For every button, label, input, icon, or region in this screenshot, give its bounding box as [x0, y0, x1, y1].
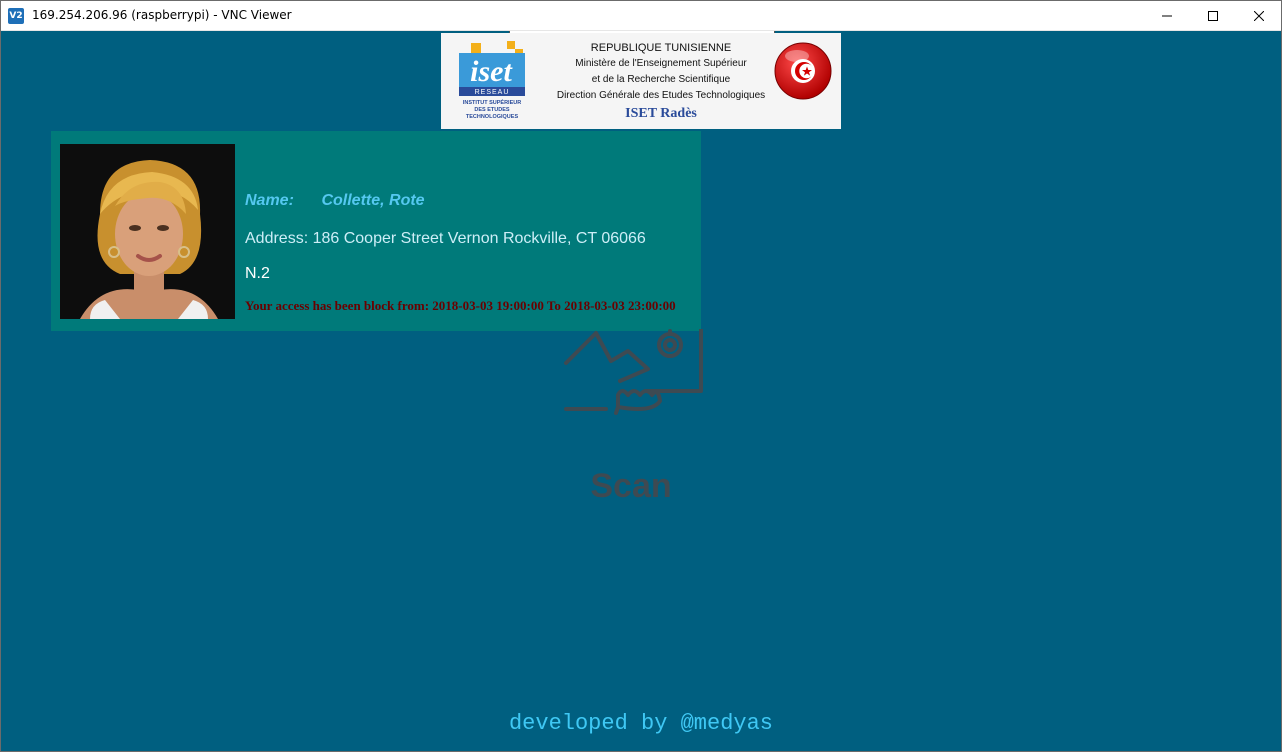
svg-text:RESEAU: RESEAU	[475, 89, 510, 96]
minimize-icon	[1162, 15, 1172, 16]
svg-text:DES ETUDES: DES ETUDES	[474, 107, 509, 113]
vnc-app-icon: V2	[8, 8, 24, 24]
access-blocked-message: Your access has been block from: 2018-03…	[245, 298, 676, 313]
banner-country: REPUBLIQUE TUNISIENNE	[590, 42, 732, 54]
maximize-icon	[1208, 10, 1218, 21]
window-title: 169.254.206.96 (raspberrypi) - VNC Viewe…	[32, 8, 292, 22]
tunisia-flag-icon	[774, 42, 832, 100]
name-label: Name:	[245, 192, 294, 209]
user-photo	[60, 144, 235, 319]
svg-text:iset: iset	[470, 55, 513, 88]
access-card: Name: Collette, Rote Address: 186 Cooper…	[51, 131, 701, 331]
portrait-image	[60, 144, 235, 319]
name-value: Collette, Rote	[321, 192, 425, 209]
banner-direction: Direction Générale des Etudes Technologi…	[556, 90, 766, 101]
banner-institute: ISET Radès	[625, 106, 697, 121]
scan-label[interactable]: Scan	[561, 467, 701, 506]
name-row: Name: Collette, Rote	[245, 192, 425, 210]
close-icon	[1254, 10, 1264, 21]
banner-ministry: Ministère de l'Enseignement Supérieur	[575, 58, 747, 69]
remote-desktop-screen[interactable]: iset RESEAU INSTITUT SUPÉRIEUR DES ETUDE…	[1, 31, 1281, 751]
header-banner: iset RESEAU INSTITUT SUPÉRIEUR DES ETUDE…	[441, 33, 841, 129]
fingerprint-scanner-icon[interactable]	[556, 329, 706, 419]
maximize-button[interactable]	[1190, 0, 1236, 31]
banner-ministry-2: et de la Recherche Scientifique	[591, 74, 731, 85]
user-number: N.2	[245, 265, 270, 282]
address-text: Address: 186 Cooper Street Vernon Rockvi…	[245, 230, 646, 247]
close-button[interactable]	[1236, 0, 1282, 31]
minimize-button[interactable]	[1144, 0, 1190, 31]
iset-logo: iset RESEAU INSTITUT SUPÉRIEUR DES ETUDE…	[459, 41, 525, 120]
footer-credit: developed by @medyas	[508, 711, 774, 736]
window-titlebar: V2 169.254.206.96 (raspberrypi) - VNC Vi…	[0, 0, 1282, 31]
svg-text:INSTITUT SUPÉRIEUR: INSTITUT SUPÉRIEUR	[463, 98, 521, 106]
svg-text:TECHNOLOGIQUES: TECHNOLOGIQUES	[466, 114, 519, 120]
